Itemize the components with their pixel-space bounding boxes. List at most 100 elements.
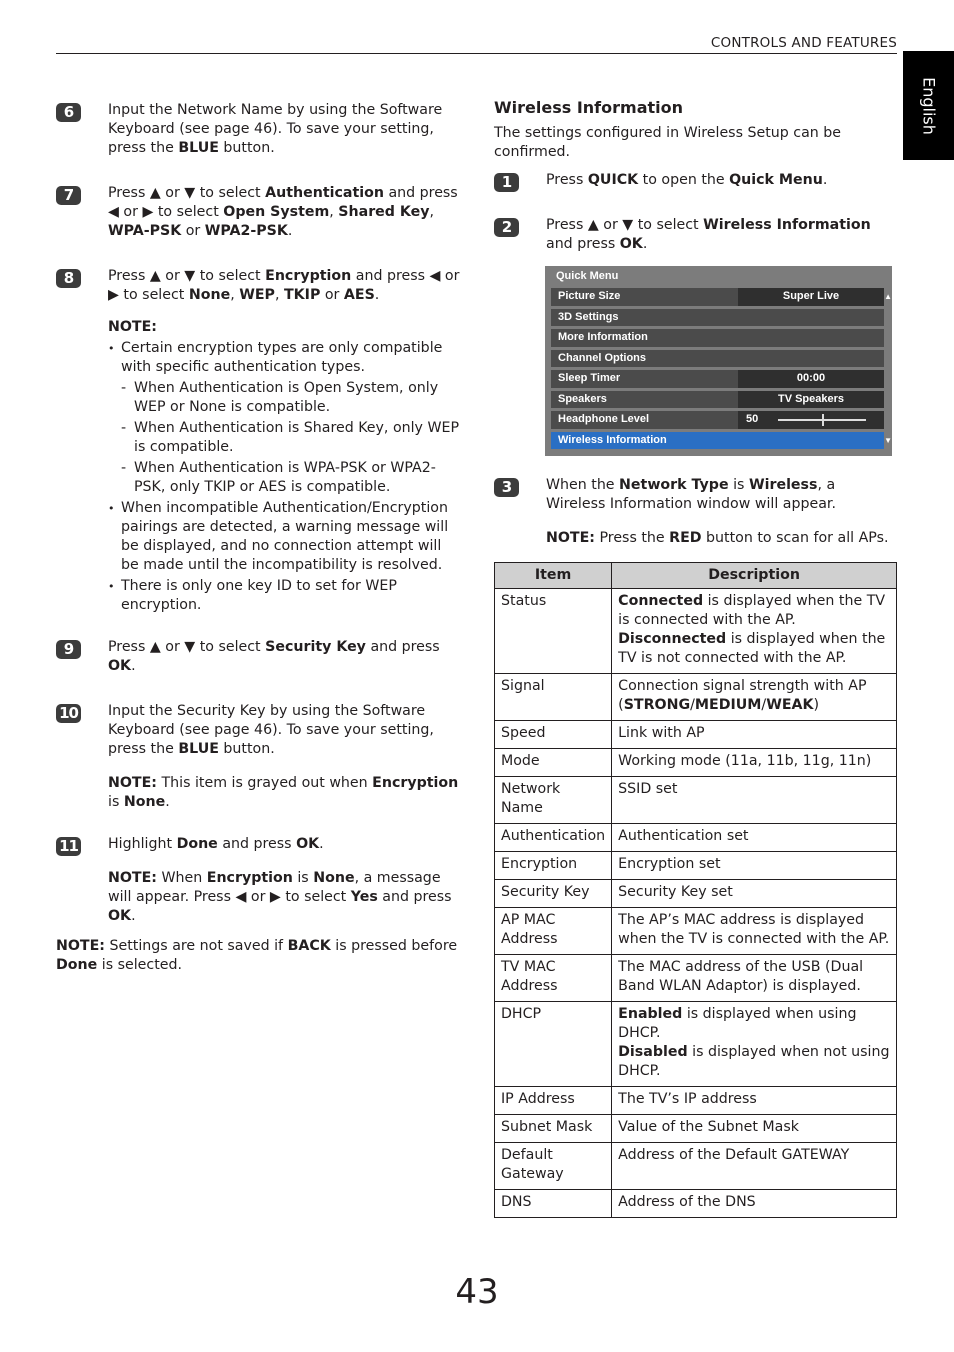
table-row: Mode Working mode (11a, 11b, 11g, 11n) <box>493 748 897 777</box>
step-text: Press ▲ or ▼ to select Encryption and pr… <box>108 268 460 303</box>
step-text: Press ▲ or ▼ to select Wireless Informat… <box>546 217 871 252</box>
note-item: Certain encryption types are only compat… <box>108 339 462 377</box>
note-item: When Authentication is Shared Key, only … <box>108 419 462 457</box>
table-cell-description: Address of the DNS <box>611 1189 897 1218</box>
table-header-row: Item Description <box>493 562 897 589</box>
step-8: 8 Press ▲ or ▼ to select Encryption and … <box>56 267 462 305</box>
quick-menu-item[interactable]: Channel Options <box>551 349 884 367</box>
quick-menu-item-value: Super Live <box>738 288 884 306</box>
table-row: Authentication Authentication set <box>493 823 897 852</box>
table-cell-item: Authentication <box>493 823 613 852</box>
slider-knob[interactable] <box>822 414 824 426</box>
table-cell-description: Link with AP <box>611 720 897 749</box>
table-cell-item: Encryption <box>493 851 613 880</box>
note-list: Certain encryption types are only compat… <box>108 339 462 615</box>
note-item: When Authentication is WPA-PSK or WPA2-P… <box>108 459 462 497</box>
table-cell-description: The AP’s MAC address is displayed when t… <box>611 907 897 955</box>
security-key-note: NOTE: This item is grayed out when Encry… <box>108 775 459 810</box>
table-cell-item: Speed <box>493 720 613 749</box>
quick-menu-item[interactable]: Wireless Information ▼ <box>551 431 892 449</box>
quick-menu-item-value: 50 <box>738 411 884 429</box>
quick-menu-item-label: Wireless Information <box>558 433 667 446</box>
table-cell-description: Connection signal strength with AP (STRO… <box>611 673 897 721</box>
step-1: 1 Press QUICK to open the Quick Menu. <box>494 171 898 192</box>
step-number-badge: 9 <box>56 640 81 659</box>
note-item: When Authentication is Open System, only… <box>108 379 462 417</box>
quick-menu-item[interactable]: More Information <box>551 329 884 347</box>
final-note: NOTE: Settings are not saved if BACK is … <box>56 938 458 973</box>
step-10: 10 Input the Security Key by using the S… <box>56 702 462 759</box>
step-6: 6 Input the Network Name by using the So… <box>56 101 462 158</box>
table-row: Status Connected is displayed when the TV… <box>493 588 897 674</box>
table-row: AP MAC Address The AP’s MAC address is di… <box>493 907 897 955</box>
table-cell-item: AP MAC Address <box>493 907 613 955</box>
table-row: IP Address The TV’s IP address <box>493 1086 897 1115</box>
table-row: Signal Connection signal strength with AP… <box>493 673 897 721</box>
column-header-item: Item <box>493 562 613 589</box>
quick-menu-item-value: TV Speakers <box>738 390 884 408</box>
quick-menu-item-value: 00:00 <box>738 370 884 388</box>
left-column: 6 Input the Network Name by using the So… <box>56 98 462 975</box>
table-cell-description: Encryption set <box>611 851 897 880</box>
table-cell-item: Signal <box>493 673 613 721</box>
note-label: NOTE: <box>108 319 157 335</box>
quick-menu-item[interactable]: Headphone Level 50 <box>551 411 884 429</box>
quick-menu-title: Quick Menu <box>556 270 619 282</box>
table-row: Default Gateway Address of the Default GA… <box>493 1142 897 1190</box>
quick-menu-item-label: Headphone Level <box>558 413 650 425</box>
section-title-header: CONTROLS AND FEATURES <box>710 35 897 51</box>
table-cell-item: IP Address <box>493 1086 613 1115</box>
table-row: Speed Link with AP <box>493 720 897 749</box>
quick-menu-item-label: More Information <box>558 331 648 343</box>
table-cell-description: Address of the Default GATEWAY <box>611 1142 897 1190</box>
quick-menu-item[interactable]: Picture Size Super Live ▲ <box>551 288 892 306</box>
scroll-down-icon[interactable]: ▼ <box>884 432 892 450</box>
table-cell-item: Mode <box>493 748 613 777</box>
step-text: Input the Security Key by using the Soft… <box>108 703 434 757</box>
table-cell-description: Security Key set <box>611 879 897 908</box>
step-number-badge: 11 <box>56 837 81 856</box>
language-tab: English <box>903 51 954 160</box>
quick-menu-item[interactable]: 3D Settings <box>551 308 884 326</box>
right-column: Wireless Information The settings config… <box>493 98 898 1218</box>
quick-menu-item-label: Speakers <box>558 392 607 405</box>
step-2: 2 Press ▲ or ▼ to select Wireless Inform… <box>494 216 898 254</box>
table-cell-item: Status <box>493 588 613 674</box>
quick-menu-item[interactable]: Sleep Timer 00:00 <box>551 370 884 388</box>
table-cell-item: TV MAC Address <box>493 954 613 1002</box>
header-rule <box>56 53 897 54</box>
table-cell-description: Enabled is displayed when using DHCP. Dis… <box>611 1001 897 1087</box>
table-cell-description: Authentication set <box>611 823 897 852</box>
step-number-badge: 1 <box>494 173 519 192</box>
table-cell-item: Subnet Mask <box>493 1114 613 1143</box>
table-row: DHCP Enabled is displayed when using DHCP… <box>493 1001 897 1087</box>
step-text: When the Network Type is Wireless, a Wir… <box>546 477 836 512</box>
table-row: DNS Address of the DNS <box>493 1189 897 1218</box>
quick-menu-item-label: Channel Options <box>558 351 646 364</box>
quick-menu-item-label: Picture Size <box>558 290 621 302</box>
done-note: NOTE: When Encryption is None, a message… <box>108 870 452 924</box>
page-number: 43 <box>455 1272 499 1312</box>
table-cell-item: DHCP <box>493 1001 613 1087</box>
scroll-up-icon[interactable]: ▲ <box>884 288 892 306</box>
step-9: 9 Press ▲ or ▼ to select Security Key an… <box>56 638 462 676</box>
step-text: Press ▲ or ▼ to select Authentication an… <box>108 185 458 239</box>
scan-note: NOTE: Press the RED button to scan for a… <box>546 530 889 546</box>
table-row: TV MAC Address The MAC address of the USB… <box>493 954 897 1002</box>
step-number-badge: 8 <box>56 269 81 288</box>
step-number-badge: 2 <box>494 218 519 237</box>
table-cell-description: Connected is displayed when the TV is co… <box>611 588 897 674</box>
encryption-note: NOTE: Certain encryption types are only … <box>56 318 462 615</box>
step-number-badge: 3 <box>494 478 519 497</box>
headphone-level-slider[interactable] <box>778 414 866 426</box>
step-number-badge: 6 <box>56 103 81 122</box>
intro-text: The settings configured in Wireless Setu… <box>494 125 842 160</box>
language-tab-label: English <box>919 76 938 135</box>
quick-menu-item[interactable]: Speakers TV Speakers <box>551 390 884 408</box>
step-11: 11 Highlight Done and press OK. <box>56 835 462 856</box>
step-text: Highlight Done and press OK. <box>108 836 324 852</box>
table-cell-description: SSID set <box>611 776 897 824</box>
table-row: Subnet Mask Value of the Subnet Mask <box>493 1114 897 1143</box>
note-item: There is only one key ID to set for WEP … <box>108 577 462 615</box>
table-row: Encryption Encryption set <box>493 851 897 880</box>
